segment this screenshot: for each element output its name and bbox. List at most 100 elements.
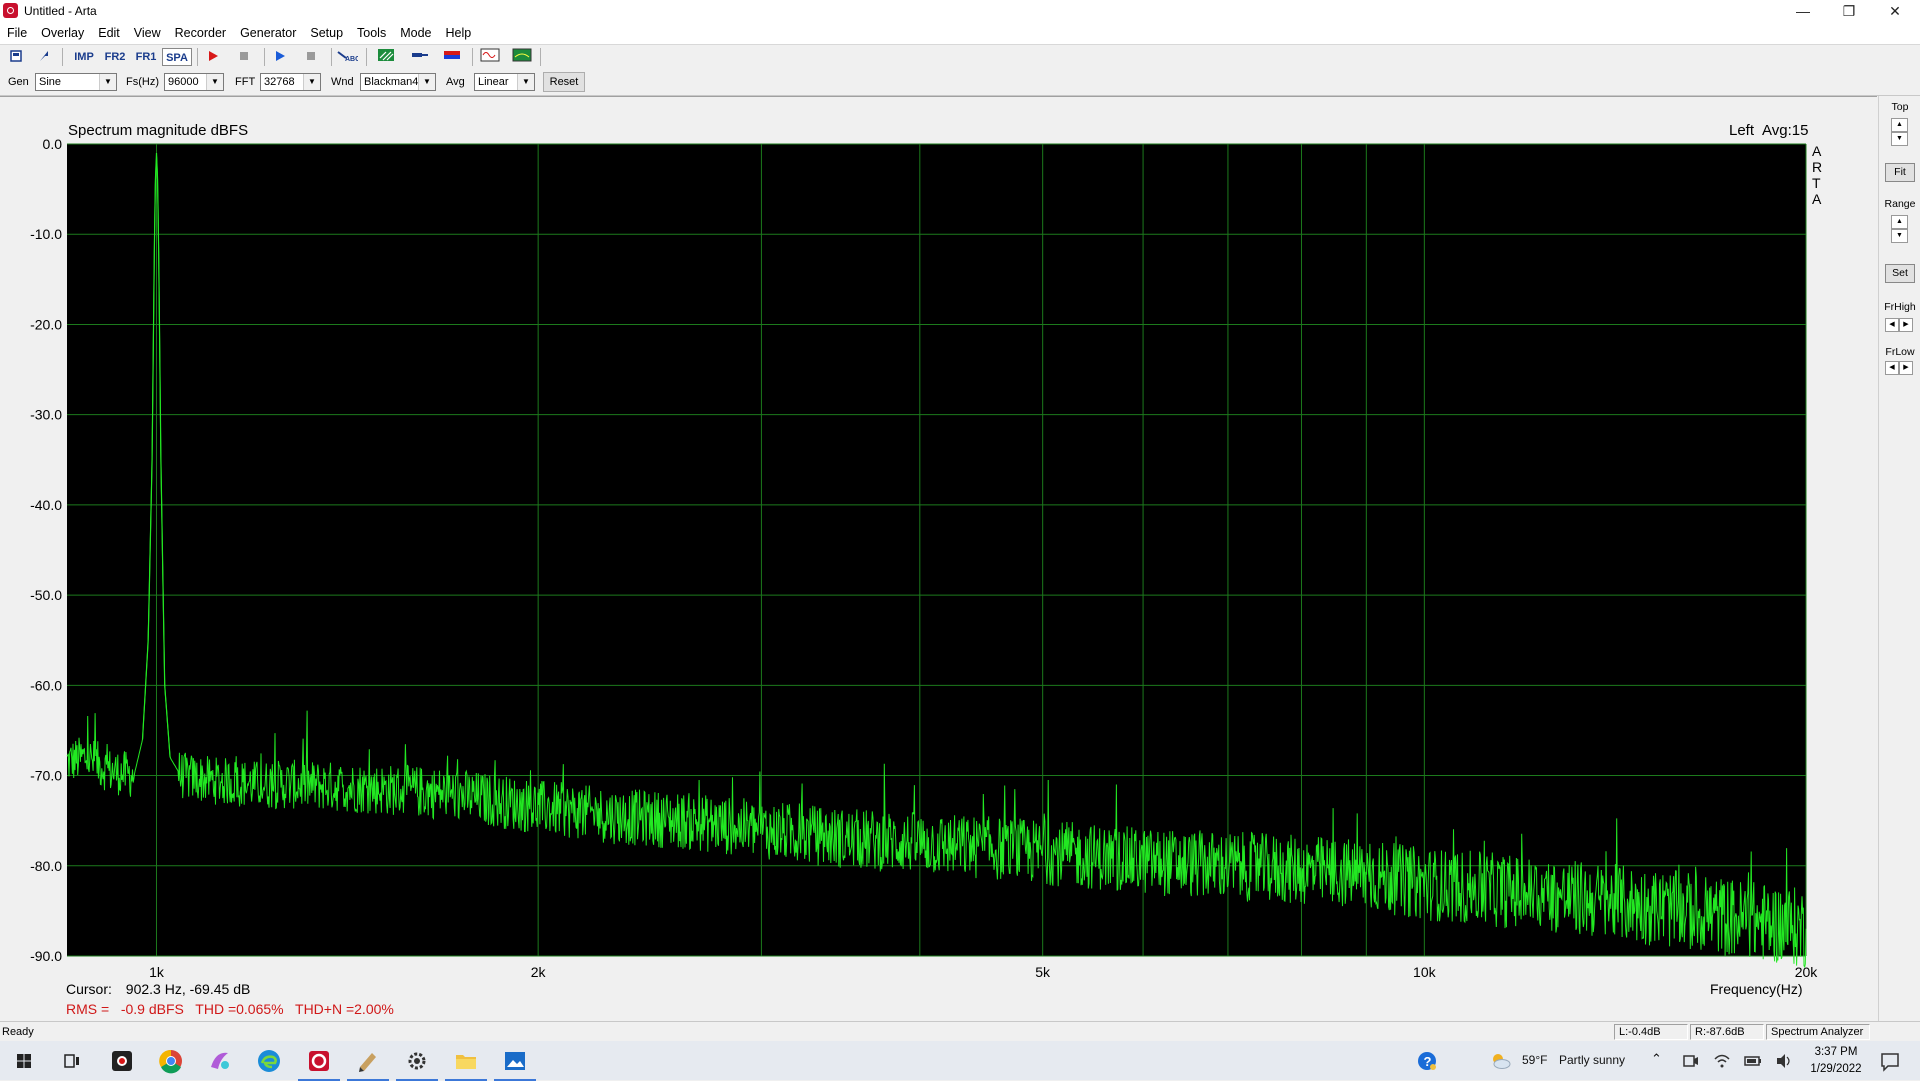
plot-background (67, 144, 1806, 956)
generator-select[interactable]: Sine ▼ (35, 73, 117, 91)
close-icon[interactable]: ✕ (1872, 0, 1918, 22)
oscilloscope-icon[interactable] (478, 48, 502, 66)
menu-overlay[interactable]: Overlay (34, 22, 91, 44)
fr2-mode-button[interactable]: FR2 (101, 48, 129, 66)
open-icon[interactable] (32, 48, 56, 66)
arta-taskbar-icon[interactable] (298, 1047, 340, 1081)
weather-icon[interactable] (1488, 1047, 1512, 1075)
top-down-icon[interactable]: ▼ (1891, 132, 1908, 146)
windows-start-icon[interactable] (10, 1047, 38, 1075)
y-tick-label: -80.0 (30, 858, 62, 874)
status-left-level: L:-0.4dB (1614, 1024, 1688, 1040)
wifi-icon[interactable] (1712, 1047, 1732, 1075)
abc-icon[interactable]: ABC (335, 48, 360, 66)
notification-icon[interactable] (1878, 1047, 1902, 1075)
battery-icon[interactable] (1743, 1047, 1763, 1075)
y-tick-label: -20.0 (30, 316, 62, 332)
toolbar-separator (331, 48, 332, 66)
fit-button[interactable]: Fit (1885, 163, 1915, 182)
window-select[interactable]: Blackman4 ▼ (360, 73, 436, 91)
averaging-select[interactable]: Linear ▼ (474, 73, 535, 91)
chevron-down-icon[interactable]: ▼ (418, 74, 435, 90)
volume-icon[interactable] (1774, 1047, 1794, 1075)
sample-rate-select[interactable]: 96000 ▼ (164, 73, 224, 91)
spectrum-chart[interactable]: 0.0 -10.0 -20.0 -30.0 -40.0 -50.0 -60.0 -70.0 -8… (0, 96, 1877, 1021)
menu-generator[interactable]: Generator (233, 22, 303, 44)
chevron-down-icon[interactable]: ▼ (99, 74, 116, 90)
menu-setup[interactable]: Setup (303, 22, 350, 44)
window-value: Blackman4 (364, 76, 419, 88)
spa-mode-button[interactable]: SPA (162, 48, 192, 66)
fft-size-select[interactable]: 32768 ▼ (260, 73, 321, 91)
chevron-down-icon[interactable]: ▼ (206, 74, 223, 90)
y-tick-label: -10.0 (30, 226, 62, 242)
clock-date: 1/29/2022 (1810, 1063, 1862, 1075)
frlow-label: FrLow (1885, 346, 1915, 358)
range-up-icon[interactable]: ▲ (1891, 215, 1908, 229)
reset-button[interactable]: Reset (543, 72, 585, 92)
frlow-left-icon[interactable]: ◀ (1885, 361, 1899, 375)
chevron-down-icon[interactable]: ▼ (517, 74, 534, 90)
fr1-mode-button[interactable]: FR1 (132, 48, 160, 66)
menu-recorder[interactable]: Recorder (168, 22, 233, 44)
menu-edit[interactable]: Edit (91, 22, 127, 44)
help-icon[interactable]: ? (1415, 1047, 1439, 1075)
clock-time: 3:37 PM (1814, 1046, 1858, 1058)
paint-app-icon[interactable] (206, 1047, 234, 1075)
menu-mode[interactable]: Mode (393, 22, 438, 44)
restore-icon[interactable]: ❐ (1826, 0, 1872, 22)
menu-tools[interactable]: Tools (350, 22, 393, 44)
x-axis-label: Frequency(Hz) (1710, 981, 1803, 997)
weather-condition[interactable]: Partly sunny (1559, 1053, 1625, 1067)
range-down-icon[interactable]: ▼ (1891, 229, 1908, 243)
edge-icon[interactable] (255, 1047, 283, 1075)
frhigh-left-icon[interactable]: ◀ (1885, 318, 1899, 332)
frlow-right-icon[interactable]: ▶ (1899, 361, 1913, 375)
settings-gear-icon[interactable] (396, 1047, 438, 1081)
photos-app-icon[interactable] (494, 1047, 536, 1081)
menu-view[interactable]: View (127, 22, 168, 44)
frhigh-right-icon[interactable]: ▶ (1899, 318, 1913, 332)
generator-stop-icon[interactable] (299, 48, 323, 66)
toolbar-separator (62, 48, 63, 66)
stop-icon[interactable] (232, 48, 256, 66)
chevron-down-icon[interactable]: ▼ (303, 74, 320, 90)
minimize-icon[interactable]: — (1780, 0, 1826, 22)
menu-help[interactable]: Help (439, 22, 479, 44)
chevron-up-icon[interactable]: ⌃ (1651, 1051, 1662, 1067)
file-explorer-icon[interactable] (445, 1047, 487, 1081)
set-button[interactable]: Set (1885, 264, 1915, 283)
cable-icon[interactable] (408, 48, 432, 66)
new-icon[interactable] (4, 48, 28, 66)
status-ready: Ready (2, 1026, 34, 1038)
x-tick-label: 20k (1795, 964, 1819, 980)
task-view-icon[interactable] (58, 1047, 86, 1075)
fft-size-value: 32768 (264, 76, 295, 88)
y-tick-label: -70.0 (30, 768, 62, 784)
weather-temp[interactable]: 59°F (1522, 1053, 1547, 1067)
title-bar: Untitled - Arta — ❐ ✕ (0, 0, 1920, 22)
x-tick-label: 2k (531, 964, 547, 980)
range-label: Range (1884, 198, 1916, 210)
channel-label: Left (1729, 122, 1755, 139)
averaging-value: Linear (478, 76, 509, 88)
impulse-mode-button[interactable]: IMP (70, 48, 98, 66)
notepad-app-icon[interactable] (347, 1047, 389, 1081)
right-control-panel: Top ▲ ▼ Fit Range ▲ ▼ Set FrHigh ◀ ▶ FrL… (1878, 96, 1920, 1025)
meet-now-icon[interactable] (1680, 1047, 1700, 1075)
cursor-value: 902.3 Hz, -69.45 dB (125, 981, 251, 997)
toolbar-separator (366, 48, 367, 66)
record-icon[interactable] (201, 48, 225, 66)
avg-count-label: Avg:15 (1762, 122, 1809, 139)
waterfall-icon[interactable] (374, 48, 398, 66)
camera-app-icon[interactable] (108, 1047, 136, 1075)
level-icon[interactable] (440, 48, 464, 66)
menu-file[interactable]: File (0, 22, 34, 44)
top-up-icon[interactable]: ▲ (1891, 118, 1908, 132)
play-icon[interactable] (268, 48, 292, 66)
meter-icon[interactable] (510, 48, 534, 66)
chrome-icon[interactable] (157, 1047, 185, 1075)
x-tick-label: 1k (149, 964, 165, 980)
arta-app-icon[interactable] (3, 3, 18, 18)
system-clock[interactable]: 3:37 PM 1/29/2022 (1800, 1044, 1872, 1078)
